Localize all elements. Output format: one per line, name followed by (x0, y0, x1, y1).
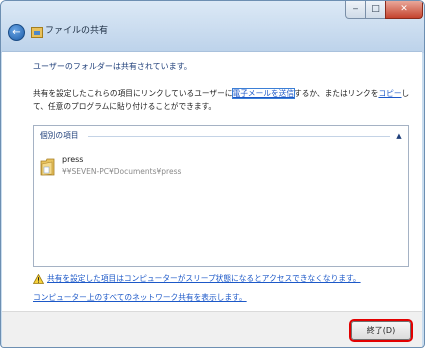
group-label: 個別の項目 (40, 131, 79, 140)
title-bar: ‒ □ ✕ ← ファイルの共有 (1, 1, 424, 53)
finish-button[interactable]: 終了(D) (351, 321, 411, 340)
group-divider (88, 136, 390, 137)
footer-bar: 終了(D) (2, 311, 422, 347)
page-heading: ユーザーのフォルダーは共有されています。 (33, 62, 192, 71)
maximize-icon: □ (371, 4, 380, 14)
copy-link[interactable]: コピー (378, 89, 401, 98)
collapse-chevron-icon[interactable]: ▲ (394, 130, 404, 142)
share-folder-icon (31, 27, 43, 38)
back-arrow-icon[interactable]: ← (8, 24, 25, 41)
shared-items-list[interactable]: 個別の項目 ▲ press ¥¥SEVEN-PC¥Documents¥press (33, 125, 409, 267)
description: 共有を設定したこれらの項目にリンクしているユーザーに電子メールを送信するか、また… (33, 87, 415, 113)
main-content: ユーザーのフォルダーは共有されています。 共有を設定したこれらの項目にリンクして… (2, 51, 422, 311)
minimize-button[interactable]: ‒ (345, 1, 366, 19)
list-item[interactable]: press ¥¥SEVEN-PC¥Documents¥press (40, 154, 240, 180)
close-icon: ✕ (400, 4, 408, 14)
send-email-link[interactable]: 電子メールを送信 (231, 88, 296, 99)
file-sharing-window: ‒ □ ✕ ← ファイルの共有 ユーザーのフォルダーは共有されています。 共有を… (0, 0, 425, 348)
minimize-icon: ‒ (352, 4, 359, 14)
item-name: press (62, 155, 84, 164)
close-button[interactable]: ✕ (385, 1, 423, 19)
item-path: ¥¥SEVEN-PC¥Documents¥press (62, 167, 182, 176)
group-header[interactable]: 個別の項目 ▲ (40, 130, 404, 142)
folder-icon (40, 158, 55, 176)
description-text-1: 共有を設定したこれらの項目にリンクしているユーザーに (33, 89, 233, 98)
warning-icon (33, 274, 44, 284)
window-title: ファイルの共有 (45, 26, 109, 36)
description-text-2: するか、またはリンクを (294, 89, 379, 98)
maximize-button[interactable]: □ (365, 1, 386, 19)
network-shares-link[interactable]: コンピューター上のすべてのネットワーク共有を表示します。 (33, 292, 247, 304)
sleep-warning-link[interactable]: 共有を設定した項目はコンピューターがスリープ状態になるとアクセスできなくなります… (47, 273, 361, 285)
